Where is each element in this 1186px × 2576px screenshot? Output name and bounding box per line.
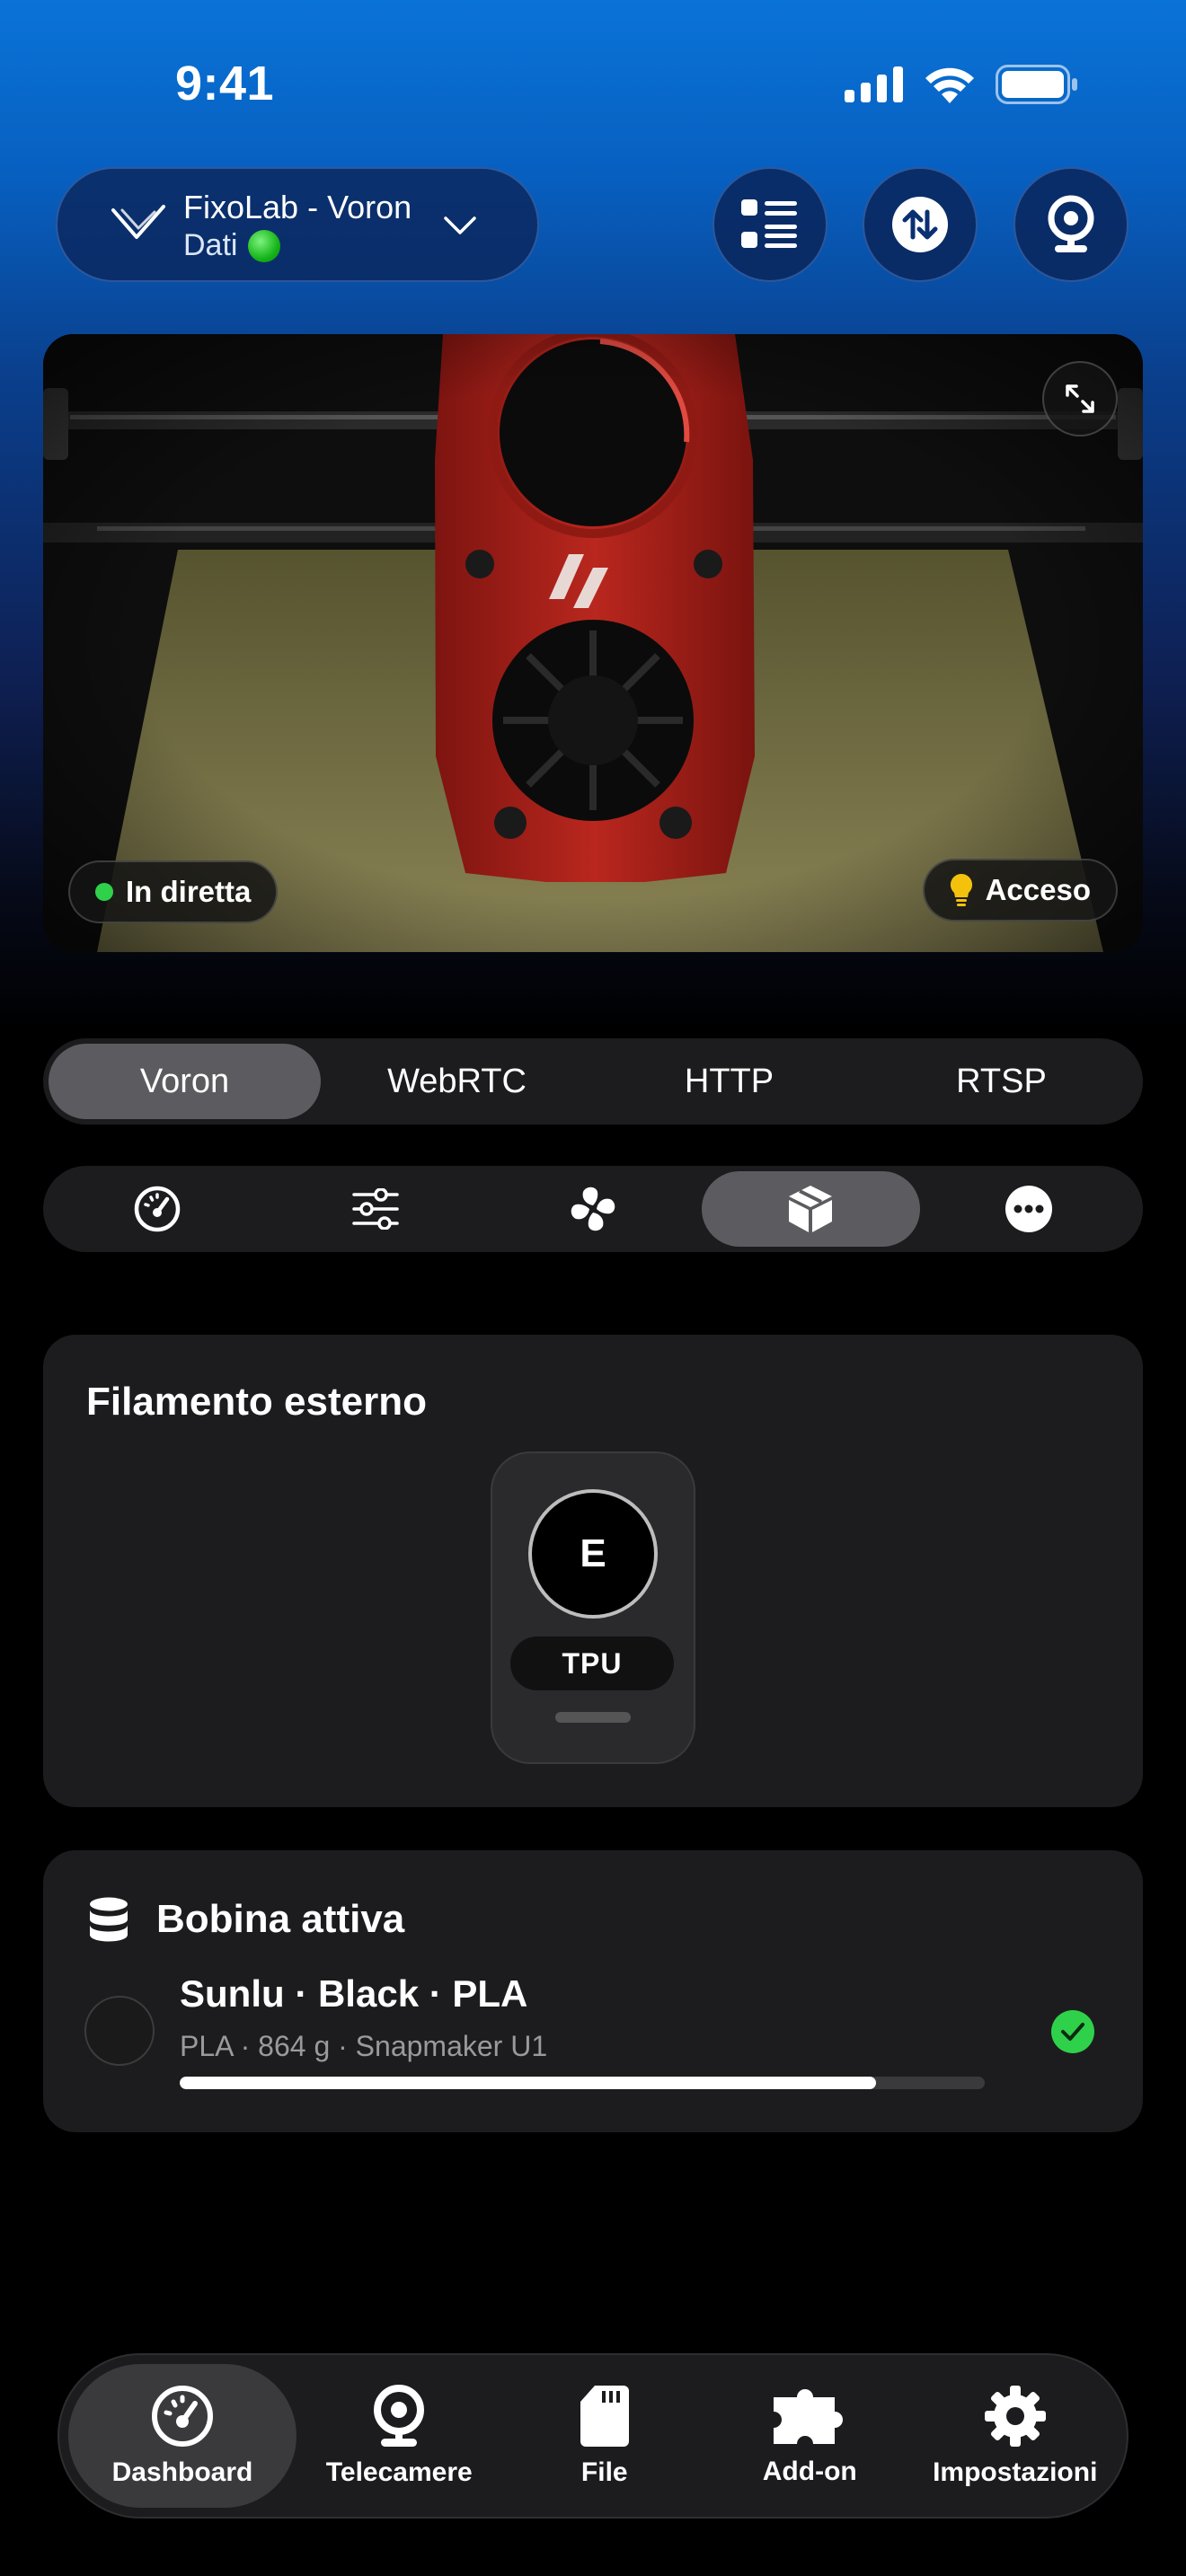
webcam-icon — [1048, 195, 1094, 252]
tab-cameras-label: Telecamere — [325, 2457, 473, 2487]
sd-card-icon — [580, 2386, 629, 2447]
external-filament-title: Filamento esterno — [86, 1380, 427, 1424]
fullscreen-button[interactable] — [1042, 361, 1118, 437]
lightbulb-icon — [950, 873, 972, 906]
slot-letter: E — [528, 1489, 658, 1619]
fan-icon — [571, 1187, 615, 1231]
control-tabs — [43, 1166, 1143, 1252]
transfer-button[interactable] — [863, 167, 978, 282]
database-icon — [90, 1897, 128, 1942]
tab-rtsp[interactable]: RTSP — [865, 1044, 1137, 1119]
slot-handle — [555, 1712, 631, 1723]
camera-feed[interactable]: In diretta Acceso — [43, 334, 1143, 952]
status-time: 9:41 — [175, 57, 275, 110]
tab-dashboard-gauge[interactable] — [49, 1171, 266, 1247]
tab-dashboard-label: Dashboard — [111, 2457, 253, 2487]
tab-files[interactable]: File — [502, 2364, 708, 2508]
material-label: TPU — [510, 1636, 674, 1690]
speedometer-icon — [134, 1186, 181, 1232]
tab-fans[interactable] — [484, 1171, 702, 1247]
light-toggle[interactable]: Acceso — [922, 859, 1118, 922]
dashboard-icon — [152, 2386, 213, 2447]
live-dot-icon — [95, 883, 113, 901]
webcam-icon — [374, 2385, 425, 2447]
transfer-arrows-icon — [892, 197, 948, 252]
battery-icon — [996, 65, 1077, 104]
tab-adjustments[interactable] — [266, 1171, 483, 1247]
puzzle-icon — [774, 2389, 844, 2444]
spool-name: Sunlu · Black · PLA — [180, 1972, 528, 2015]
tab-addons[interactable]: Add-on — [707, 2364, 913, 2508]
gear-icon — [984, 2386, 1046, 2447]
tab-dashboard[interactable]: Dashboard — [68, 2364, 296, 2508]
live-label: In diretta — [126, 875, 252, 908]
tab-settings[interactable]: Impostazioni — [913, 2364, 1119, 2508]
tab-filament[interactable] — [702, 1171, 920, 1247]
webcam-button[interactable] — [1013, 167, 1128, 282]
stream-tabs: Voron WebRTC HTTP RTSP — [43, 1038, 1143, 1125]
list-icon — [741, 199, 797, 248]
tab-http[interactable]: HTTP — [593, 1044, 865, 1119]
printer-name: FixoLab - Voron — [183, 189, 412, 225]
list-view-button[interactable] — [712, 167, 828, 282]
voron-logo-icon — [111, 205, 165, 239]
printer-status-label: Dati — [183, 228, 238, 262]
active-spool-title: Bobina attiva — [156, 1897, 405, 1941]
box-icon — [789, 1186, 833, 1232]
tab-webrtc[interactable]: WebRTC — [321, 1044, 593, 1119]
live-badge: In diretta — [68, 860, 279, 923]
status-icons — [845, 65, 1078, 104]
tab-bar: Dashboard Telecamere File Add-on Imposta… — [58, 2353, 1128, 2519]
signal-icon — [845, 66, 903, 102]
spool-color-swatch[interactable] — [84, 1996, 155, 2066]
tab-files-label: File — [580, 2457, 628, 2487]
status-dot-icon — [248, 229, 281, 262]
chevron-down-icon — [444, 216, 476, 234]
spool-remaining-bar — [180, 2077, 985, 2089]
sliders-icon — [351, 1188, 399, 1230]
expand-icon — [1066, 384, 1094, 413]
tab-settings-label: Impostazioni — [933, 2457, 1098, 2487]
spool-remaining-fill — [180, 2077, 877, 2089]
tab-cameras[interactable]: Telecamere — [296, 2364, 502, 2508]
tab-addons-label: Add-on — [762, 2457, 857, 2486]
selected-check-icon — [1051, 2010, 1094, 2053]
light-label: Acceso — [985, 873, 1091, 906]
tab-more[interactable] — [920, 1171, 1137, 1247]
tab-voron[interactable]: Voron — [49, 1044, 321, 1119]
printer-status: Dati — [183, 228, 281, 263]
more-icon — [1005, 1186, 1052, 1232]
wifi-icon — [925, 67, 974, 103]
spool-details: PLA · 864 g · Snapmaker U1 — [180, 2030, 548, 2062]
